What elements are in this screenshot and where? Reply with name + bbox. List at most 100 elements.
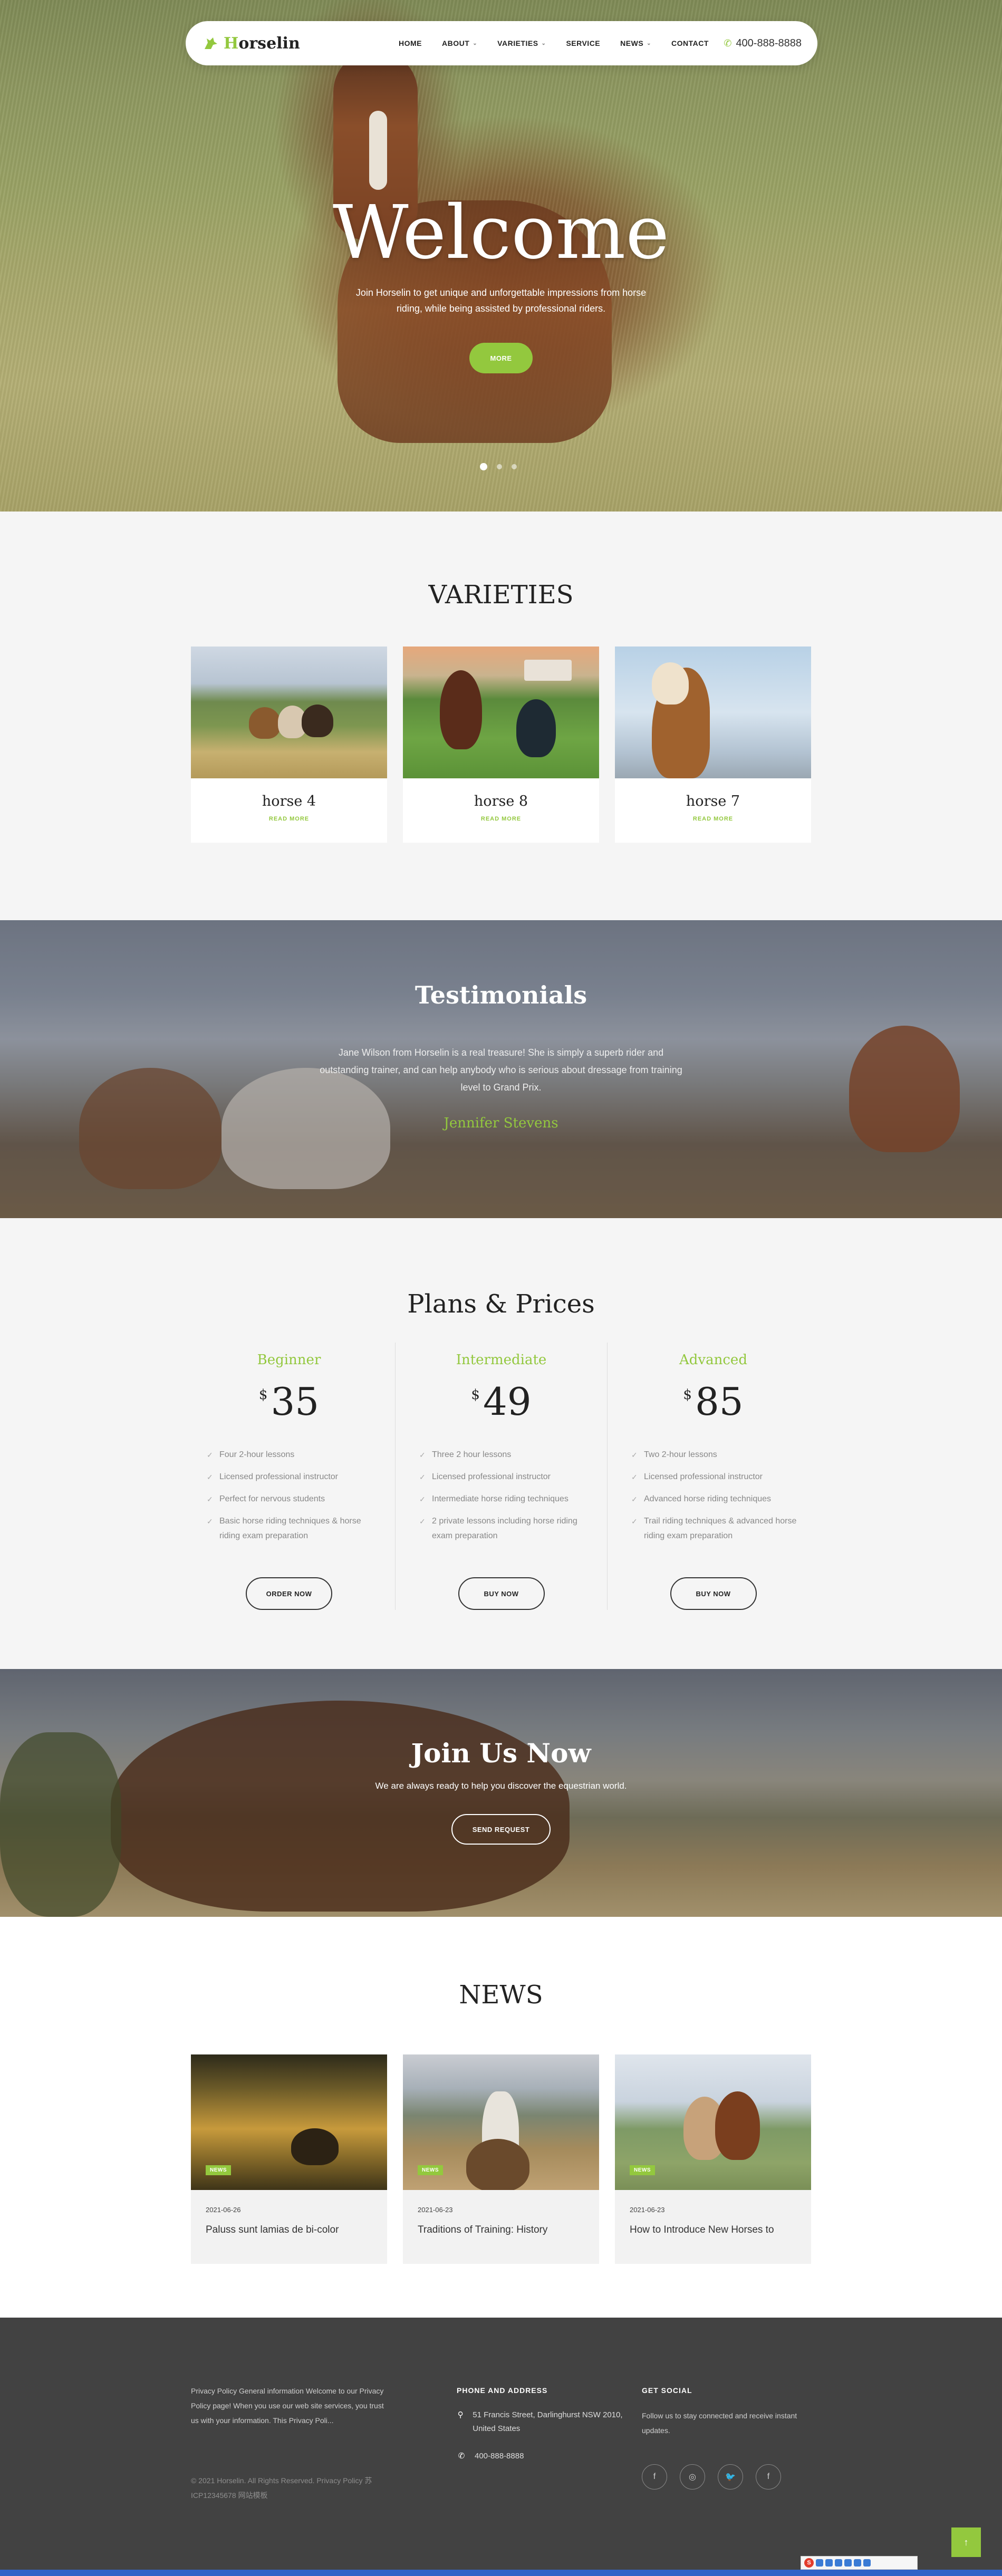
location-pin-icon: ⚲ xyxy=(457,2410,464,2419)
plan-price: $85 xyxy=(683,1379,744,1424)
variety-name[interactable]: horse 8 xyxy=(403,793,599,809)
testimonial-quote: Jane Wilson from Horselin is a real trea… xyxy=(320,1047,682,1093)
plan-name: Advanced xyxy=(679,1352,747,1368)
varieties-cards: horse 4 READ MORE horse 8 READ MORE hors… xyxy=(0,647,1002,843)
plans-title: Plans & Prices xyxy=(407,1289,595,1319)
chevron-down-icon: ⌄ xyxy=(647,40,652,46)
slider-dot-2[interactable] xyxy=(497,464,502,469)
variety-image[interactable] xyxy=(191,647,387,778)
header-phone-number: 400-888-8888 xyxy=(736,37,802,49)
facebook-icon[interactable]: f xyxy=(642,2464,667,2490)
news-tag: NEWS xyxy=(418,2165,443,2175)
join-section: Join Us Now We are always ready to help … xyxy=(0,1669,1002,1917)
ime-tool-icon[interactable] xyxy=(844,2559,852,2567)
slider-dot-1[interactable] xyxy=(480,463,487,470)
news-image[interactable]: NEWS xyxy=(615,2054,811,2190)
plan-feature: Licensed professional instructor xyxy=(207,1470,375,1484)
variety-card[interactable]: horse 4 READ MORE xyxy=(191,647,387,843)
ime-tool-icon[interactable] xyxy=(835,2559,842,2567)
instagram-icon[interactable]: ◎ xyxy=(680,2464,705,2490)
news-image[interactable]: NEWS xyxy=(191,2054,387,2190)
read-more-link[interactable]: READ MORE xyxy=(615,816,811,822)
plan-feature: Three 2 hour lessons xyxy=(419,1448,588,1462)
nav-varieties[interactable]: VARIETIES ⌄ xyxy=(487,39,556,47)
footer-phone[interactable]: ✆ 400-888-8888 xyxy=(457,2449,631,2463)
variety-image[interactable] xyxy=(615,647,811,778)
ime-tool-icon[interactable] xyxy=(816,2559,823,2567)
nav-contact[interactable]: CONTACT xyxy=(661,39,719,47)
footer-social: GET SOCIAL Follow us to stay connected a… xyxy=(642,2386,816,2490)
footer-about: Privacy Policy General information Welco… xyxy=(191,2387,384,2425)
footer-social-title: GET SOCIAL xyxy=(642,2386,692,2395)
news-date: 2021-06-26 xyxy=(206,2206,241,2214)
header-phone[interactable]: ✆ 400-888-8888 xyxy=(724,37,802,50)
hero-title: Welcome xyxy=(332,190,670,276)
footer-copyright[interactable]: © 2021 Horselin. All Rights Reserved. Pr… xyxy=(191,2473,391,2503)
hero-section: Horselin HOME ABOUT ⌄ VARIETIES ⌄ SERVICE … xyxy=(0,0,1002,512)
ime-toolbar[interactable]: S xyxy=(801,2556,918,2570)
join-text: We are always ready to help you discover… xyxy=(375,1781,627,1791)
plan-price: $49 xyxy=(471,1379,532,1424)
plan-name: Intermediate xyxy=(456,1352,547,1368)
logo-text: Horselin xyxy=(224,34,300,53)
news-headline[interactable]: How to Introduce New Horses to xyxy=(630,2224,811,2236)
buy-now-button[interactable]: BUY NOW xyxy=(458,1577,545,1610)
plan-features: Four 2-hour lessons Licensed professiona… xyxy=(207,1448,375,1543)
horse-logo-icon xyxy=(205,37,217,49)
back-to-top-button[interactable]: ↑ xyxy=(951,2527,981,2557)
plan-feature: Basic horse riding techniques & horse ri… xyxy=(207,1514,375,1543)
read-more-link[interactable]: READ MORE xyxy=(191,816,387,822)
news-tag: NEWS xyxy=(206,2165,231,2175)
plan-feature: Four 2-hour lessons xyxy=(207,1448,375,1462)
variety-name[interactable]: horse 7 xyxy=(615,793,811,809)
navbar: Horselin HOME ABOUT ⌄ VARIETIES ⌄ SERVICE … xyxy=(186,21,817,65)
plan-advanced: Advanced $85 Two 2-hour lessons Licensed… xyxy=(607,1343,819,1610)
logo[interactable]: Horselin xyxy=(201,34,360,53)
hero-text: Join Horselin to get unique and unforget… xyxy=(355,287,647,314)
ime-tool-icon[interactable] xyxy=(825,2559,833,2567)
social-icons: f ◎ 🐦 f xyxy=(642,2464,816,2490)
plan-feature: Two 2-hour lessons xyxy=(631,1448,800,1462)
plan-feature: 2 private lessons including horse riding… xyxy=(419,1514,588,1543)
news-card[interactable]: NEWS 2021-06-23 Traditions of Training: … xyxy=(403,2054,599,2264)
news-section: NEWS NEWS 2021-06-26 Paluss sunt lamias … xyxy=(0,1917,1002,2318)
nav-about[interactable]: ABOUT ⌄ xyxy=(432,39,487,47)
plan-feature: Intermediate horse riding techniques xyxy=(419,1492,588,1507)
buy-now-button[interactable]: BUY NOW xyxy=(670,1577,757,1610)
plan-intermediate: Intermediate $49 Three 2 hour lessons Li… xyxy=(395,1343,607,1610)
news-card[interactable]: NEWS 2021-06-23 How to Introduce New Hor… xyxy=(615,2054,811,2264)
news-card[interactable]: NEWS 2021-06-26 Paluss sunt lamias de bi… xyxy=(191,2054,387,2264)
ime-tool-icon[interactable] xyxy=(854,2559,861,2567)
plan-feature: Advanced horse riding techniques xyxy=(631,1492,800,1507)
nav-service[interactable]: SERVICE xyxy=(556,39,610,47)
variety-name[interactable]: horse 4 xyxy=(191,793,387,809)
plan-name: Beginner xyxy=(257,1352,321,1368)
news-image[interactable]: NEWS xyxy=(403,2054,599,2190)
footer-phone-number: 400-888-8888 xyxy=(475,2452,524,2461)
more-button[interactable]: MORE xyxy=(469,343,533,373)
chevron-down-icon: ⌄ xyxy=(541,40,546,46)
order-now-button[interactable]: ORDER NOW xyxy=(246,1577,332,1610)
nav-news[interactable]: NEWS ⌄ xyxy=(610,39,661,47)
nav-home[interactable]: HOME xyxy=(389,39,432,47)
twitter-icon[interactable]: 🐦 xyxy=(718,2464,743,2490)
read-more-link[interactable]: READ MORE xyxy=(403,816,599,822)
variety-card[interactable]: horse 7 READ MORE xyxy=(615,647,811,843)
testimonial-author: Jennifer Stevens xyxy=(444,1115,558,1131)
footer-contact-title: PHONE AND ADDRESS xyxy=(457,2386,548,2395)
news-headline[interactable]: Paluss sunt lamias de bi-color xyxy=(206,2224,387,2236)
send-request-button[interactable]: SEND REQUEST xyxy=(451,1814,551,1845)
hero-horse-blaze xyxy=(369,111,387,190)
slider-dot-3[interactable] xyxy=(512,464,517,469)
ime-tool-icon[interactable] xyxy=(863,2559,871,2567)
plans-section: Plans & Prices Beginner $35 Four 2-hour … xyxy=(0,1218,1002,1669)
variety-image[interactable] xyxy=(403,647,599,778)
variety-card[interactable]: horse 8 READ MORE xyxy=(403,647,599,843)
footer-contact: PHONE AND ADDRESS ⚲ 51 Francis Street, D… xyxy=(457,2386,631,2463)
testimonials-section: Testimonials Jane Wilson from Horselin i… xyxy=(0,920,1002,1218)
plan-feature: Licensed professional instructor xyxy=(631,1470,800,1484)
news-headline[interactable]: Traditions of Training: History xyxy=(418,2224,599,2236)
facebook-icon[interactable]: f xyxy=(756,2464,781,2490)
slider-dots xyxy=(480,463,517,470)
ime-logo-icon: S xyxy=(804,2558,814,2568)
